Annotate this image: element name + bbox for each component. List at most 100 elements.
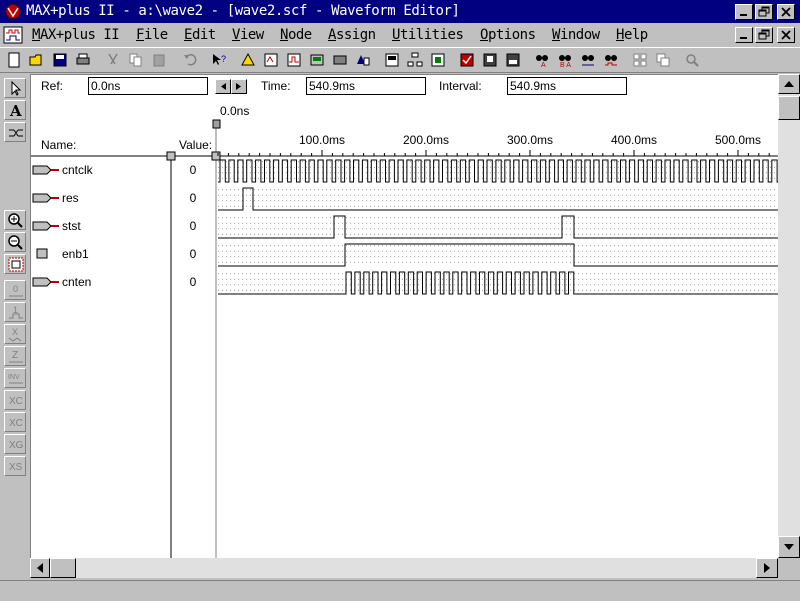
menu-item[interactable]: Options	[480, 27, 536, 43]
doc-minimize-icon[interactable]	[735, 27, 753, 43]
waveform-draw-icon[interactable]	[4, 122, 26, 142]
close-icon[interactable]	[777, 4, 795, 20]
scroll-left-icon[interactable]	[30, 558, 50, 578]
doc-restore-icon[interactable]	[755, 27, 773, 43]
timing-analyzer-icon[interactable]	[307, 50, 328, 70]
paste-icon[interactable]	[149, 50, 170, 70]
horizontal-scrollbar[interactable]	[30, 558, 778, 578]
signal-value: 0	[190, 163, 197, 177]
open-icon[interactable]	[27, 50, 48, 70]
programmer-icon[interactable]	[330, 50, 351, 70]
column-resize-handle	[166, 151, 176, 161]
time-tick-label: 500.0ms	[715, 133, 761, 147]
maxplus-app-icon[interactable]	[4, 4, 22, 19]
new-icon[interactable]	[4, 50, 25, 70]
help-pointer-icon[interactable]: ?	[209, 50, 230, 70]
invert-icon[interactable]: INV	[4, 368, 26, 388]
input-pin-icon	[32, 221, 52, 231]
compiler-icon[interactable]	[261, 50, 282, 70]
waveform-canvas[interactable]: 100.0ms 200.0ms 300.0ms 400.0ms 500.0ms cntcl…	[31, 75, 778, 558]
overwrite-state-icon[interactable]: XS	[4, 456, 26, 476]
menu-bar: MAX+plus II File Edit View Node Assign Utiliti…	[0, 23, 800, 47]
zoom-out-icon[interactable]	[4, 232, 26, 252]
menu-item[interactable]: Edit	[184, 27, 216, 43]
restore-icon[interactable]	[755, 4, 773, 20]
cascade-icon[interactable]	[653, 50, 674, 70]
find-node-scf-icon[interactable]	[601, 50, 622, 70]
waveform-editor: Ref: 0.0ns Time: 540.9ms Interval: 540.9…	[30, 74, 778, 558]
hierarchy-display-icon[interactable]	[405, 50, 426, 70]
scroll-down-icon[interactable]	[778, 536, 800, 558]
window-title: MAX+plus II - a:\wave2 - [wave2.scf - Wa…	[26, 3, 460, 19]
menu-item[interactable]: Window	[552, 27, 600, 43]
signal-value: 0	[190, 191, 197, 205]
find-node-sim-icon[interactable]	[578, 50, 599, 70]
signal-name: cnten	[62, 275, 91, 289]
ref-cursor-handle	[212, 119, 221, 129]
zoom-in-icon[interactable]	[4, 210, 26, 230]
unknown-x-icon[interactable]: X	[4, 324, 26, 344]
copy-icon[interactable]	[126, 50, 147, 70]
search-icon[interactable]	[682, 50, 703, 70]
menu-item[interactable]: Assign	[328, 27, 376, 43]
find-node-icon[interactable]: A	[532, 50, 553, 70]
svg-text:XG: XG	[9, 440, 24, 451]
overwrite-clock-icon[interactable]: XC	[4, 390, 26, 410]
menu-item[interactable]: Utilities	[392, 27, 464, 43]
signal-name: res	[62, 191, 79, 205]
menu-item[interactable]: MAX+plus II	[32, 27, 120, 43]
undo-icon[interactable]	[180, 50, 201, 70]
vertical-scrollbar[interactable]	[778, 74, 800, 558]
doc-close-icon[interactable]	[777, 27, 795, 43]
menu-item[interactable]: File	[136, 27, 168, 43]
fit-window-icon[interactable]	[4, 254, 26, 274]
save-simulate-icon[interactable]	[503, 50, 524, 70]
horizontal-scroll-thumb[interactable]	[50, 558, 76, 578]
svg-text:A: A	[9, 102, 22, 119]
low-level-icon[interactable]: 0	[4, 280, 26, 300]
high-level-icon[interactable]: 1	[4, 302, 26, 322]
signal-name: enb1	[62, 247, 89, 261]
tile-icon[interactable]	[630, 50, 651, 70]
time-tick-label: 400.0ms	[611, 133, 657, 147]
signal-value: 0	[190, 247, 197, 261]
save-icon[interactable]	[50, 50, 71, 70]
overwrite-group-icon[interactable]: XG	[4, 434, 26, 454]
save-compile-icon[interactable]	[480, 50, 501, 70]
svg-text:XC: XC	[9, 396, 23, 407]
svg-text:B A: B A	[560, 62, 571, 68]
time-tick-label: 200.0ms	[403, 133, 449, 147]
menu-item[interactable]: Help	[616, 27, 648, 43]
signal-name: stst	[62, 219, 81, 233]
time-tick-label: 300.0ms	[507, 133, 553, 147]
drawing-palette: A 0 1 X Z INV XC XC XG XS	[0, 74, 30, 600]
minimize-icon[interactable]	[735, 4, 753, 20]
menu-item[interactable]: View	[232, 27, 264, 43]
scroll-right-icon[interactable]	[756, 558, 778, 578]
high-impedance-z-icon[interactable]: Z	[4, 346, 26, 366]
buried-node-icon	[36, 248, 48, 259]
simulator-icon[interactable]	[284, 50, 305, 70]
svg-text:XC: XC	[9, 418, 23, 429]
signal-value: 0	[190, 219, 197, 233]
menu-item[interactable]: Node	[280, 27, 312, 43]
select-tool-icon[interactable]	[4, 78, 26, 98]
open-project-icon[interactable]	[353, 50, 374, 70]
vertical-scroll-thumb[interactable]	[778, 96, 800, 120]
svg-text:XS: XS	[9, 462, 23, 473]
save-check-icon[interactable]	[457, 50, 478, 70]
signal-value: 0	[190, 275, 197, 289]
text-tool-icon[interactable]: A	[4, 100, 26, 120]
print-icon[interactable]	[73, 50, 94, 70]
hierarchy-up-icon[interactable]	[238, 50, 259, 70]
save-project-icon[interactable]	[382, 50, 403, 70]
find-node-assign-icon[interactable]: B A	[555, 50, 576, 70]
cut-icon[interactable]	[103, 50, 124, 70]
floorplan-icon[interactable]	[428, 50, 449, 70]
scroll-up-icon[interactable]	[778, 74, 800, 94]
title-bar: MAX+plus II - a:\wave2 - [wave2.scf - Wa…	[0, 0, 800, 23]
waveform-document-icon[interactable]	[2, 25, 26, 45]
svg-text:Z: Z	[12, 350, 18, 361]
svg-text:A: A	[541, 62, 546, 68]
overwrite-count-icon[interactable]: XC	[4, 412, 26, 432]
